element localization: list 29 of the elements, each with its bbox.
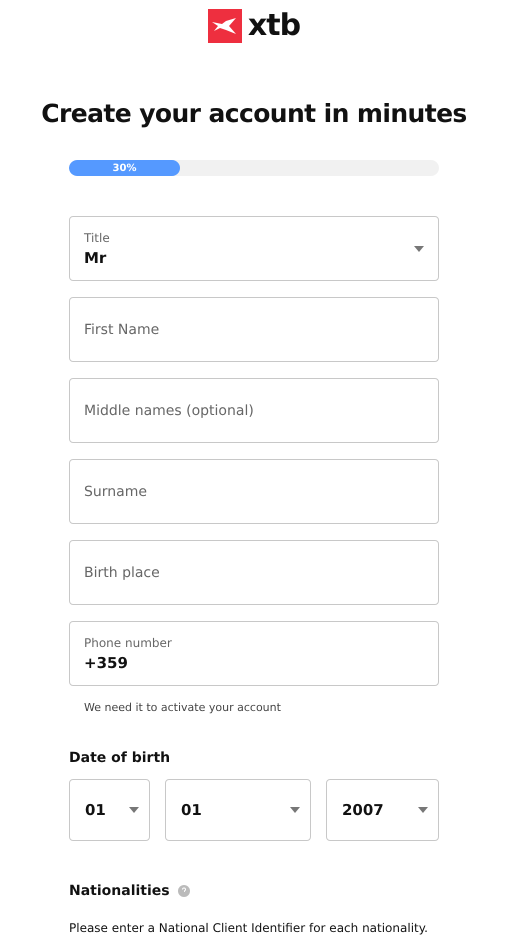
phone-field[interactable]: Phone number +359 — [69, 621, 439, 686]
date-select[interactable]: 2007 — [326, 779, 439, 841]
field-label: Phone number — [84, 636, 173, 650]
caret-icon — [129, 807, 139, 813]
caret-icon — [418, 807, 428, 813]
text-field[interactable]: Surname — [69, 459, 439, 524]
title-select[interactable]: Title Mr — [69, 216, 439, 281]
select-value: 01 — [85, 801, 106, 819]
logo-text: xtb — [248, 9, 300, 43]
field-hint: We need it to activate your account — [84, 701, 282, 714]
field-value: +359 — [84, 654, 129, 672]
logo-icon — [208, 9, 242, 43]
section-heading: Nationalities — [69, 883, 170, 899]
field-label: Title — [84, 230, 111, 244]
text-field[interactable]: First Name — [69, 297, 439, 362]
instruction-text: Please enter a National Client Identifier for each nationality. — [69, 920, 428, 937]
caret-icon — [290, 807, 300, 813]
text-field[interactable]: Middle names (optional) — [69, 378, 439, 443]
select-value: 01 — [181, 801, 202, 819]
help-icon[interactable] — [178, 885, 190, 897]
date-select[interactable]: 01 — [69, 779, 150, 841]
date-select[interactable]: 01 — [165, 779, 311, 841]
caret-icon — [414, 246, 424, 252]
text-field[interactable]: Birth place — [69, 540, 439, 605]
page-heading: Create your account in minutes — [41, 98, 467, 130]
section-heading: Date of birth — [69, 750, 172, 766]
progress-reading: 30% — [112, 162, 136, 174]
field-value: Mr — [84, 248, 108, 266]
select-value: 2007 — [342, 801, 384, 819]
